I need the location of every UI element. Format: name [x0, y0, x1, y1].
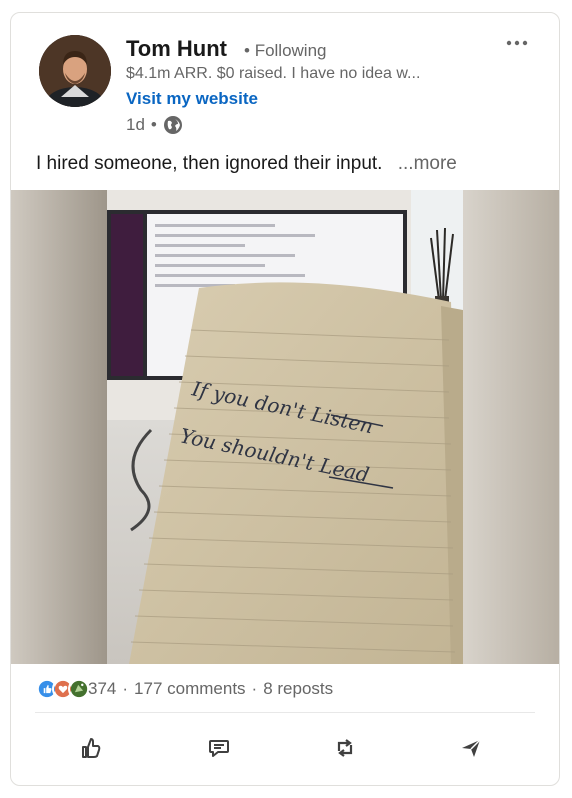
post-body: I hired someone, then ignored their inpu…: [36, 153, 383, 174]
more-options-button[interactable]: [505, 35, 531, 51]
comments-count[interactable]: 177 comments: [134, 679, 246, 699]
social-counts: 374 · 177 comments · 8 reposts: [36, 678, 333, 700]
comment-button[interactable]: [205, 734, 233, 762]
thumbs-up-icon: [82, 738, 101, 758]
post-image[interactable]: If you don't Listen You shouldn't Lead: [11, 190, 559, 664]
action-bar: [11, 728, 559, 768]
visit-website-link[interactable]: Visit my website: [126, 89, 258, 109]
send-icon: [462, 739, 481, 757]
meta-separator: •: [150, 115, 157, 134]
like-button[interactable]: [77, 734, 105, 762]
globe-icon: [163, 115, 183, 135]
reaction-icons[interactable]: [36, 678, 90, 700]
reposts-count[interactable]: 8 reposts: [263, 679, 333, 699]
following-label: Following: [254, 41, 327, 60]
celebrate-icon: [68, 678, 90, 700]
count-separator: ·: [122, 679, 129, 698]
post-meta: 1d •: [126, 115, 183, 135]
follow-separator: •: [244, 41, 250, 60]
author-avatar[interactable]: [39, 35, 111, 107]
see-more-link[interactable]: ...more: [398, 153, 457, 174]
follow-status: • Following: [244, 41, 327, 61]
author-name[interactable]: Tom Hunt: [126, 36, 227, 62]
send-button[interactable]: [457, 734, 485, 762]
count-separator: ·: [251, 679, 258, 698]
repost-icon: [337, 739, 353, 757]
feed-post-card: Tom Hunt • Following $4.1m ARR. $0 raise…: [10, 12, 560, 786]
comment-icon: [209, 740, 229, 757]
author-headline: $4.1m ARR. $0 raised. I have no idea w..…: [126, 65, 421, 82]
repost-button[interactable]: [331, 734, 359, 762]
more-horizontal-icon: [506, 40, 528, 46]
divider: [35, 712, 535, 713]
post-time: 1d: [126, 115, 145, 134]
post-text: I hired someone, then ignored their inpu…: [36, 153, 457, 175]
reaction-count[interactable]: 374: [88, 679, 116, 699]
